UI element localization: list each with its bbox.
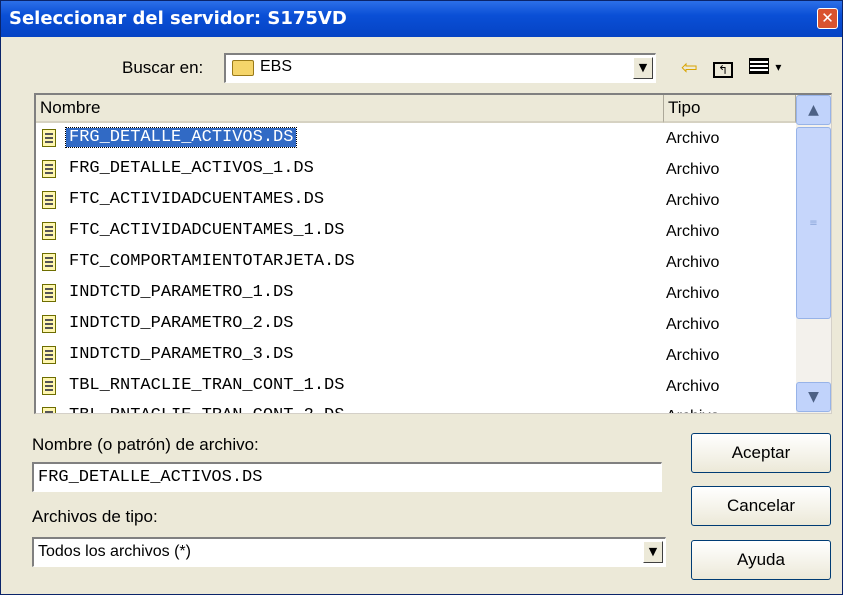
file-name: INDTCTD_PARAMETRO_3.DS xyxy=(69,345,294,364)
file-type: Archivo xyxy=(666,192,720,209)
file-icon xyxy=(42,284,56,302)
scroll-down-button[interactable]: ▼ xyxy=(796,382,831,412)
scroll-up-button[interactable]: ▲ xyxy=(796,95,831,125)
look-in-label: Buscar en: xyxy=(122,58,204,77)
folder-icon xyxy=(232,60,254,76)
file-name: TBL_RNTACLIE_TRAN_CONT_1.DS xyxy=(69,376,345,395)
look-in-combo[interactable]: EBS ▼ xyxy=(224,53,656,83)
file-icon xyxy=(42,407,56,413)
file-list[interactable]: Nombre Tipo FRG_DETALLE_ACTIVOS.DS Archi… xyxy=(34,93,832,414)
file-type: Archivo xyxy=(666,223,720,240)
file-row[interactable]: FRG_DETALLE_ACTIVOS_1.DS Archivo xyxy=(36,156,798,186)
file-row[interactable]: INDTCTD_PARAMETRO_3.DS Archivo xyxy=(36,342,798,372)
file-icon xyxy=(42,160,56,178)
file-row[interactable]: FRG_DETALLE_ACTIVOS.DS Archivo xyxy=(36,125,798,155)
file-type: Archivo xyxy=(666,378,720,395)
filetype-dropdown-button[interactable]: ▼ xyxy=(643,541,663,563)
chevron-down-icon: ▼ xyxy=(638,61,648,74)
help-button[interactable]: Ayuda xyxy=(691,540,831,580)
column-header-name[interactable]: Nombre xyxy=(36,95,664,123)
file-row[interactable]: TBL_RNTACLIE_TRAN_CONT_1.DS Archivo xyxy=(36,373,798,403)
file-icon xyxy=(42,315,56,333)
file-type: Archivo xyxy=(666,130,720,147)
filetype-label: Archivos de tipo: xyxy=(32,507,158,526)
filename-input[interactable]: FRG_DETALLE_ACTIVOS.DS xyxy=(32,462,662,492)
file-icon xyxy=(42,377,56,395)
file-name: FTC_ACTIVIDADCUENTAMES_1.DS xyxy=(69,221,345,240)
up-folder-icon[interactable]: ↰ xyxy=(713,55,733,79)
file-name: INDTCTD_PARAMETRO_2.DS xyxy=(69,314,294,333)
accept-button[interactable]: Aceptar xyxy=(691,433,831,473)
filetype-combo[interactable]: Todos los archivos (*) ▼ xyxy=(32,537,666,567)
file-type: Archivo xyxy=(666,254,720,271)
file-type: Archivo xyxy=(666,408,719,413)
view-menu-icon[interactable]: ▾ xyxy=(749,55,781,79)
filename-label: Nombre (o patrón) de archivo: xyxy=(32,435,259,454)
file-icon xyxy=(42,191,56,209)
file-type: Archivo xyxy=(666,316,720,333)
close-icon: ✕ xyxy=(821,9,834,27)
look-in-dropdown-button[interactable]: ▼ xyxy=(633,57,653,79)
title-bar[interactable]: Seleccionar del servidor: S175VD ✕ xyxy=(1,1,842,37)
vertical-scrollbar[interactable]: ▲ ≡ ▼ xyxy=(796,95,831,413)
file-icon xyxy=(42,346,56,364)
file-dialog: Seleccionar del servidor: S175VD ✕ Busca… xyxy=(0,0,843,595)
file-icon xyxy=(42,129,56,147)
column-header-type[interactable]: Tipo xyxy=(664,95,796,123)
chevron-up-icon: ▲ xyxy=(808,102,819,118)
file-row[interactable]: INDTCTD_PARAMETRO_1.DS Archivo xyxy=(36,280,798,310)
file-icon xyxy=(42,253,56,271)
file-name: FTC_COMPORTAMIENTOTARJETA.DS xyxy=(69,252,355,271)
chevron-down-icon: ▼ xyxy=(808,389,819,405)
filename-value: FRG_DETALLE_ACTIVOS.DS xyxy=(38,468,263,487)
scrollbar-thumb[interactable]: ≡ xyxy=(796,127,831,319)
file-type: Archivo xyxy=(666,285,720,302)
file-icon xyxy=(42,222,56,240)
file-name: FRG_DETALLE_ACTIVOS_1.DS xyxy=(69,159,314,178)
file-type: Archivo xyxy=(666,347,720,364)
file-type: Archivo xyxy=(666,161,720,178)
back-arrow-icon[interactable]: ⇦ xyxy=(681,55,698,79)
window-title: Seleccionar del servidor: S175VD xyxy=(9,8,347,29)
chevron-down-icon: ▼ xyxy=(648,545,658,558)
cancel-button[interactable]: Cancelar xyxy=(691,486,831,526)
file-row[interactable]: INDTCTD_PARAMETRO_2.DS Archivo xyxy=(36,311,798,341)
file-name: TBL_RNTACLIE_TRAN_CONT_2.DS xyxy=(66,406,347,413)
filetype-value: Todos los archivos (*) xyxy=(38,543,191,560)
file-name: FTC_ACTIVIDADCUENTAMES.DS xyxy=(69,190,325,209)
look-in-value: EBS xyxy=(260,58,293,75)
grip-icon: ≡ xyxy=(809,218,818,229)
file-row[interactable]: FTC_ACTIVIDADCUENTAMES_1.DS Archivo xyxy=(36,218,798,248)
file-row[interactable]: FTC_COMPORTAMIENTOTARJETA.DS Archivo xyxy=(36,249,798,279)
file-name: FRG_DETALLE_ACTIVOS.DS xyxy=(64,127,298,148)
close-button[interactable]: ✕ xyxy=(817,8,838,29)
file-row[interactable]: FTC_ACTIVIDADCUENTAMES.DS Archivo xyxy=(36,187,798,217)
file-row[interactable]: TBL_RNTACLIE_TRAN_CONT_2.DS Archivo xyxy=(36,403,798,413)
file-name: INDTCTD_PARAMETRO_1.DS xyxy=(69,283,294,302)
